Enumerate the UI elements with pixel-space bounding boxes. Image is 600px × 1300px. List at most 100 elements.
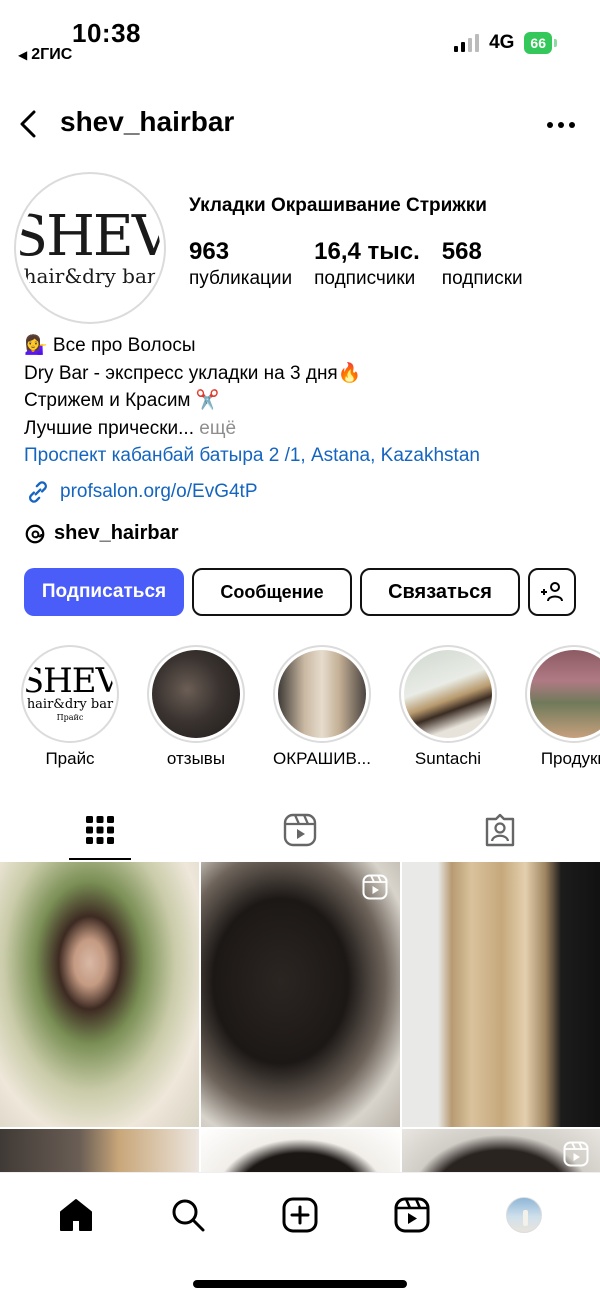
website-link[interactable]: profsalon.org/o/EvG4tP xyxy=(24,478,584,506)
highlight-logo-text: SHEV xyxy=(26,661,114,701)
stat-followers[interactable]: 16,4 тыс. подписчики xyxy=(314,238,420,292)
chevron-left-icon xyxy=(20,110,36,138)
nav-reels[interactable] xyxy=(382,1193,442,1237)
battery-icon: 66 xyxy=(524,32,557,54)
highlight-label: Suntachi xyxy=(414,749,482,768)
profile-header: shev_hairbar xyxy=(0,100,600,148)
home-indicator[interactable] xyxy=(193,1280,407,1288)
threads-badge[interactable]: shev_hairbar xyxy=(24,522,179,545)
logo-text-sub: hair&dry bar xyxy=(23,264,157,288)
bio-more-link[interactable]: ещё xyxy=(194,418,236,439)
highlight-logo-sub: hair&dry bar xyxy=(26,697,114,712)
bio-line: Стрижем и Красим ✂️ xyxy=(24,390,220,411)
profile-avatar[interactable]: SHEV hair&dry bar xyxy=(14,172,166,324)
reels-icon xyxy=(394,1197,430,1233)
bottom-navigation xyxy=(0,1172,600,1300)
highlight-label: Прайс xyxy=(45,749,95,768)
highlight-logo-note: Прайс xyxy=(56,713,84,722)
post-thumbnail[interactable] xyxy=(402,1129,600,1172)
tab-grid[interactable] xyxy=(0,800,200,860)
highlight-label: Продукц xyxy=(540,749,600,768)
profile-stats: 963 публикации 16,4 тыс. подписчики 568 … xyxy=(189,238,545,292)
post-thumbnail[interactable] xyxy=(402,862,600,1127)
profile-tabs xyxy=(0,800,600,860)
plus-square-icon xyxy=(282,1197,318,1233)
stat-posts[interactable]: 963 публикации xyxy=(189,238,292,292)
status-time: 10:38 xyxy=(72,18,141,48)
bio-line: 💁‍♀️ Все про Волосы xyxy=(24,335,196,356)
avatar-logo: SHEV hair&dry bar xyxy=(20,178,160,318)
post-thumbnail[interactable] xyxy=(201,862,400,1127)
page-title: shev_hairbar xyxy=(60,106,235,137)
stat-following[interactable]: 568 подписки xyxy=(442,238,523,292)
message-button[interactable]: Сообщение xyxy=(192,568,352,616)
back-triangle-icon: ◀ xyxy=(18,48,28,62)
home-icon xyxy=(60,1199,92,1231)
threads-username: shev_hairbar xyxy=(54,522,179,544)
status-indicators: 4G 66 xyxy=(454,32,557,54)
back-button[interactable] xyxy=(8,102,48,146)
nav-profile[interactable] xyxy=(494,1193,554,1237)
nav-search[interactable] xyxy=(158,1193,218,1237)
profile-category: Укладки Окрашивание Стрижки xyxy=(189,195,487,216)
stat-label: подписчики xyxy=(314,268,416,289)
suggested-users-button[interactable] xyxy=(528,568,576,616)
stat-value: 568 xyxy=(441,238,482,265)
grid-icon xyxy=(86,816,114,844)
highlight-label: ОКРАШИВ... xyxy=(273,749,371,768)
profile-bio: 💁‍♀️ Все про Волосы Dry Bar - экспресс у… xyxy=(24,332,584,506)
reel-badge-icon xyxy=(362,874,388,900)
address-link[interactable]: Проспект кабанбай батыра 2 /1, Astana, K… xyxy=(24,442,584,470)
reels-icon xyxy=(283,813,317,847)
stat-label: публикации xyxy=(189,268,293,289)
highlight-ring xyxy=(399,645,497,743)
highlight-cover xyxy=(152,650,240,738)
action-buttons: Подписаться Сообщение Связаться xyxy=(24,568,576,616)
post-thumbnail[interactable] xyxy=(0,1129,199,1172)
threads-icon xyxy=(25,524,45,543)
highlight-cover: SHEV hair&dry bar Прайс xyxy=(26,650,114,738)
bio-line: Dry Bar - экспресс укладки на 3 дня🔥 xyxy=(24,362,362,384)
highlight-label: отзывы xyxy=(166,749,226,768)
post-thumbnail[interactable] xyxy=(201,1129,400,1172)
website-url: profsalon.org/o/EvG4tP xyxy=(60,480,258,502)
nav-home[interactable] xyxy=(46,1193,106,1237)
highlight-item[interactable]: отзывы xyxy=(146,645,246,775)
stat-value: 963 xyxy=(189,238,230,265)
tab-tagged[interactable] xyxy=(400,800,600,860)
logo-text-main: SHEV xyxy=(20,204,160,269)
highlight-ring xyxy=(273,645,371,743)
highlight-ring xyxy=(147,645,245,743)
battery-level: 66 xyxy=(530,35,546,51)
link-icon xyxy=(29,480,47,503)
back-app-label: 2ГИС xyxy=(31,46,73,63)
highlight-cover xyxy=(530,650,600,738)
bio-text: Лучшие прически... xyxy=(24,417,194,439)
story-highlights: SHEV hair&dry bar Прайс Прайс отзывы ОКР… xyxy=(20,645,600,775)
stat-label: подписки xyxy=(441,268,523,289)
highlight-item[interactable]: Suntachi xyxy=(398,645,498,775)
tab-reels[interactable] xyxy=(200,800,400,860)
follow-button[interactable]: Подписаться xyxy=(24,568,184,616)
highlight-item[interactable]: SHEV hair&dry bar Прайс Прайс xyxy=(20,645,120,775)
more-options-button[interactable] xyxy=(546,110,576,130)
highlight-cover xyxy=(404,650,492,738)
status-bar: 10:38 ◀ 2ГИС 4G 66 xyxy=(0,0,600,80)
contact-button[interactable]: Связаться xyxy=(360,568,520,616)
profile-avatar-icon xyxy=(506,1197,542,1233)
post-thumbnail[interactable] xyxy=(0,862,199,1127)
back-to-app-link[interactable]: ◀ 2ГИС xyxy=(18,46,72,64)
stat-value: 16,4 тыс. xyxy=(314,238,420,265)
signal-icon xyxy=(454,34,480,52)
posts-grid xyxy=(0,862,600,1172)
highlight-cover xyxy=(278,650,366,738)
highlight-item[interactable]: ОКРАШИВ... xyxy=(272,645,372,775)
search-icon xyxy=(172,1199,205,1232)
highlight-ring xyxy=(525,645,600,743)
bio-line-truncated: Лучшие прически... ещё xyxy=(24,415,584,443)
highlight-item[interactable]: Продукц xyxy=(524,645,600,775)
network-label: 4G xyxy=(489,32,515,53)
nav-create[interactable] xyxy=(270,1193,330,1237)
tagged-icon xyxy=(485,813,515,847)
more-horizontal-icon xyxy=(547,122,575,128)
